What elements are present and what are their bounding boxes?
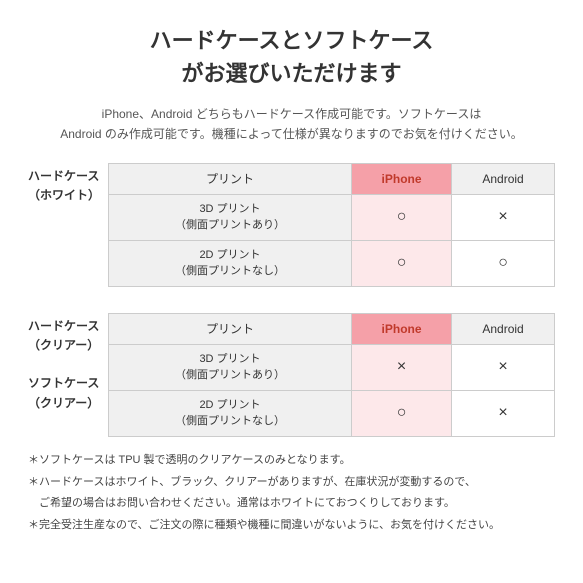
section-hard-white: ハードケース （ホワイト） プリント iPhone Android 3D プリン… — [28, 163, 555, 287]
label-hard-clear-line1: ハードケース — [28, 319, 99, 333]
row2-android: ○ — [452, 240, 555, 286]
row3-iphone: × — [352, 344, 452, 390]
col-header-iphone2: iPhone — [352, 313, 452, 344]
col-header-print2: プリント — [109, 313, 352, 344]
title-line1: ハードケースとソフトケース — [150, 28, 434, 53]
row3-android: × — [452, 344, 555, 390]
label-soft-clear-line1: ソフトケース — [28, 376, 99, 390]
note-2b: ご希望の場合はお問い合わせください。通常はホワイトにておつくりしております。 — [28, 494, 555, 514]
main-container: ハードケースとソフトケース がお選びいただけます iPhone、Android … — [0, 0, 583, 558]
table-row: 2D プリント（側面プリントなし） ○ ○ — [109, 240, 555, 286]
gap — [28, 299, 555, 313]
title-line2: がお選びいただけます — [181, 61, 401, 86]
section-hard-clear: ハードケース （クリアー） ソフトケース （クリアー） プリント iPhone … — [28, 313, 555, 437]
row1-iphone: ○ — [352, 194, 452, 240]
row3-label: 3D プリント（側面プリントあり） — [109, 344, 352, 390]
note-3: ＊完全受注生産なので、ご注文の際に種類や機種に間違いがないように、お気を付けくだ… — [28, 516, 555, 536]
col-header-android2: Android — [452, 313, 555, 344]
note-1: ＊ソフトケースは TPU 製で透明のクリアケースのみとなります。 — [28, 451, 555, 471]
col-header-print: プリント — [109, 163, 352, 194]
row2-label: 2D プリント（側面プリントなし） — [109, 240, 352, 286]
col-header-android: Android — [452, 163, 555, 194]
table-row: 3D プリント（側面プリントあり） × × — [109, 344, 555, 390]
label-line2: （ホワイト） — [28, 188, 100, 202]
table-hard-clear: プリント iPhone Android 3D プリント（側面プリントあり） × … — [108, 313, 555, 437]
section-label-hard-clear: ハードケース （クリアー） ソフトケース （クリアー） — [28, 313, 108, 413]
row4-android: × — [452, 390, 555, 436]
label-soft-clear-line2: （クリアー） — [28, 396, 99, 410]
section-label-hard-white: ハードケース （ホワイト） — [28, 163, 108, 205]
note-2: ＊ハードケースはホワイト、ブラック、クリアーがありますが、在庫状況が変動するので… — [28, 473, 555, 493]
label-line1: ハードケース — [28, 169, 99, 183]
table-row: 2D プリント（側面プリントなし） ○ × — [109, 390, 555, 436]
row4-label: 2D プリント（側面プリントなし） — [109, 390, 352, 436]
row1-android: × — [452, 194, 555, 240]
subtitle-text: iPhone、Android どちらもハードケース作成可能です。ソフトケースは … — [28, 104, 555, 145]
notes-section: ＊ソフトケースは TPU 製で透明のクリアケースのみとなります。 ＊ハードケース… — [28, 451, 555, 536]
row4-iphone: ○ — [352, 390, 452, 436]
page-title: ハードケースとソフトケース がお選びいただけます — [28, 24, 555, 90]
table-hard-white: プリント iPhone Android 3D プリント（側面プリントあり） ○ … — [108, 163, 555, 287]
row1-label: 3D プリント（側面プリントあり） — [109, 194, 352, 240]
label-hard-clear-line2: （クリアー） — [28, 338, 99, 352]
col-header-iphone: iPhone — [352, 163, 452, 194]
row2-iphone: ○ — [352, 240, 452, 286]
table-row: 3D プリント（側面プリントあり） ○ × — [109, 194, 555, 240]
